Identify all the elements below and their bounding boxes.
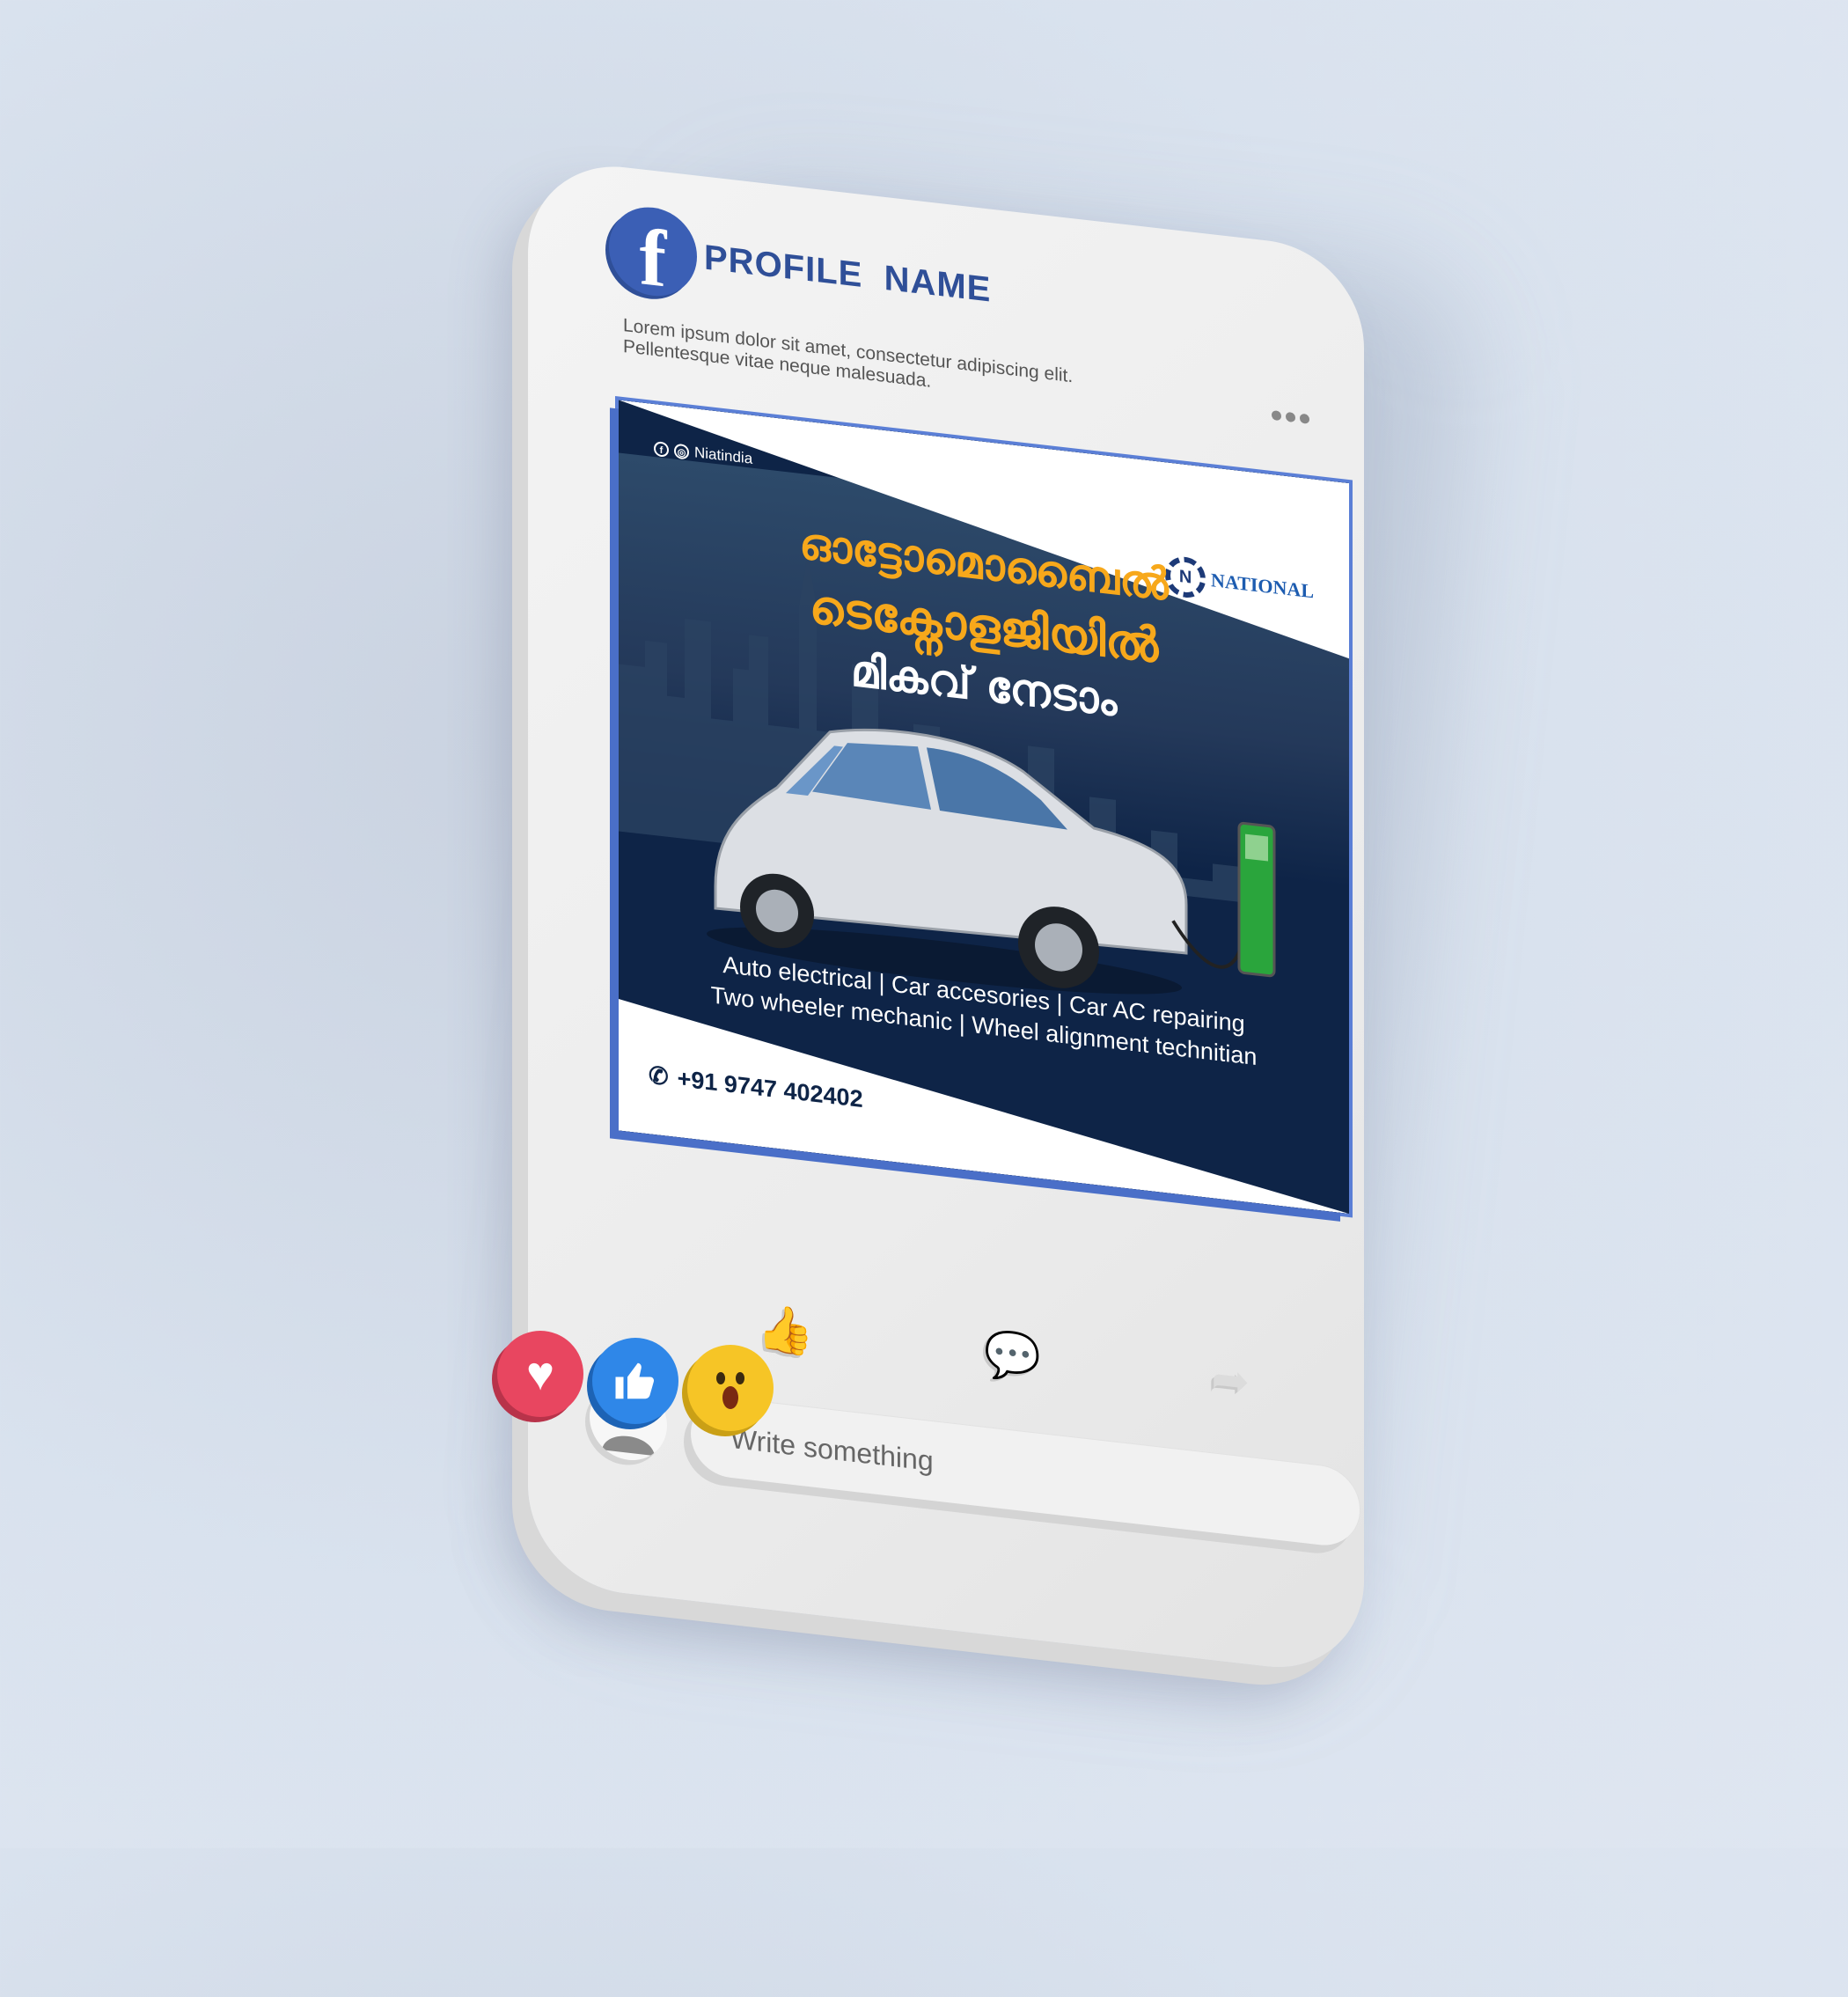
facebook-small-icon: f [654,440,669,458]
instagram-small-icon: ◎ [674,443,689,460]
like-reaction-icon[interactable] [592,1338,678,1424]
share-icon[interactable]: ➦ [1211,1352,1250,1410]
post-mockup: f PROFILE NAME Lorem ipsum dolor sit ame… [0,0,1848,1997]
wow-reaction-icon[interactable] [687,1345,774,1431]
comment-icon[interactable]: 💬 [984,1326,1041,1386]
thumbs-up-icon[interactable]: 👍 [757,1300,814,1360]
heart-reaction-icon[interactable]: ♥ [497,1331,583,1417]
post-image: f ◎ Niatindia N NATIONAL ഓട്ടോമൊബൈൽ ടെക്… [619,400,1349,1215]
phone-icon: ✆ [649,1061,669,1090]
